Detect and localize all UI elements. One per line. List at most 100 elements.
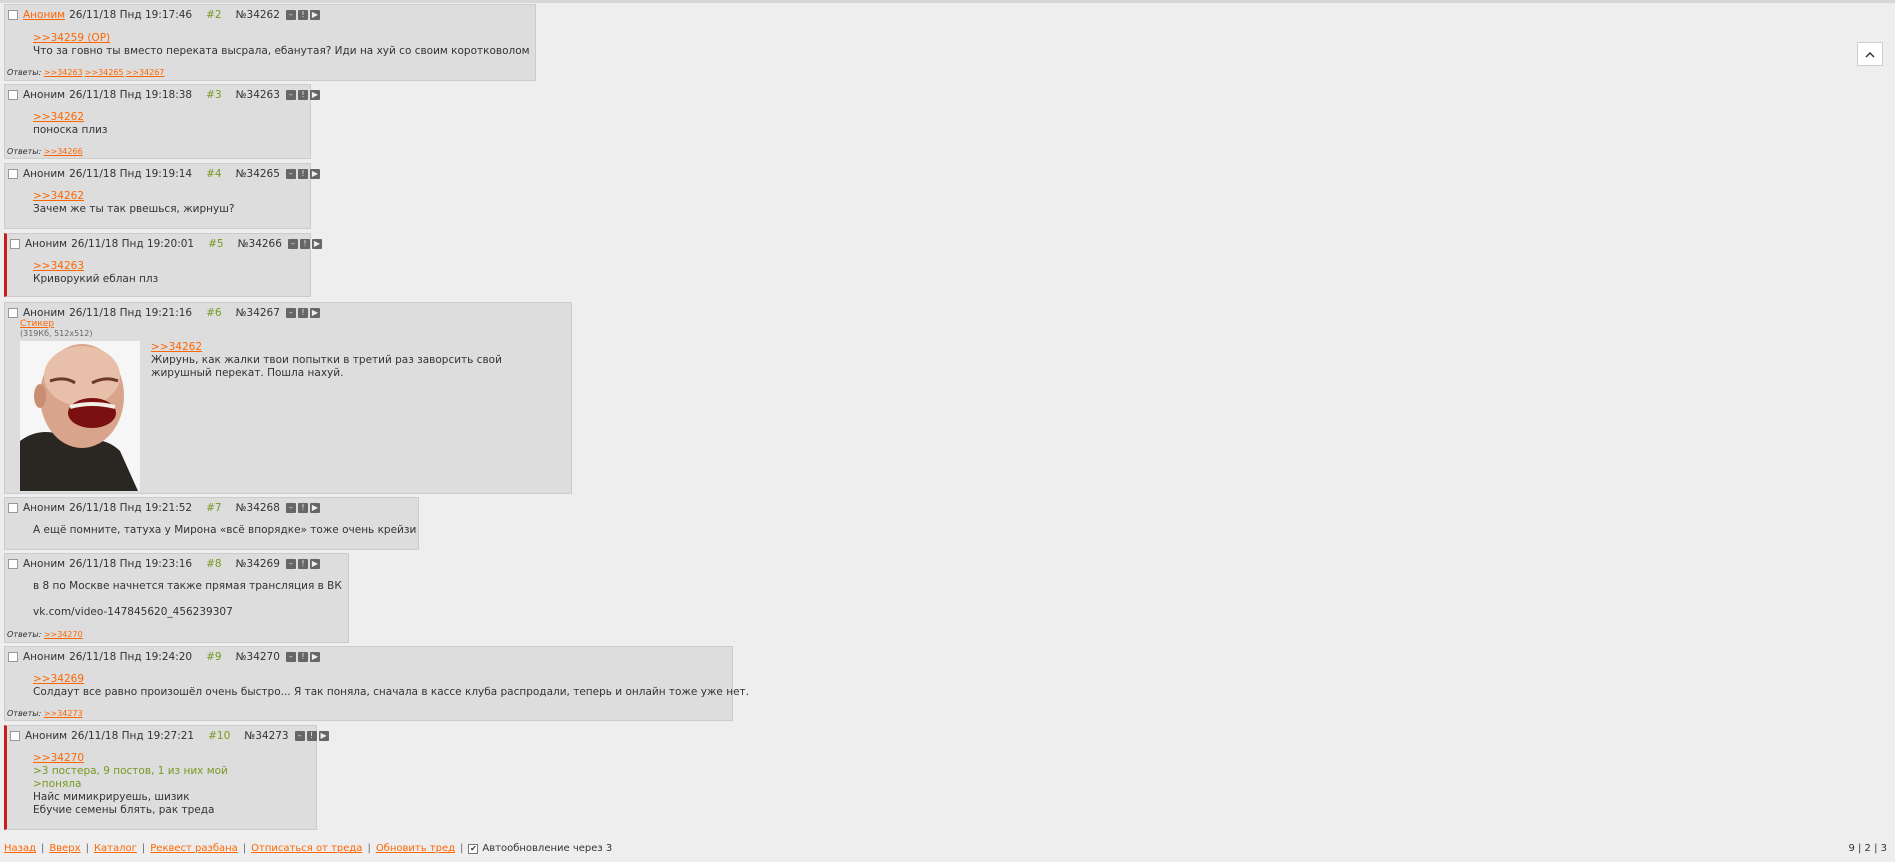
- exclamation-icon[interactable]: !: [297, 503, 308, 513]
- exclamation-icon[interactable]: !: [297, 169, 308, 179]
- select-checkbox[interactable]: [8, 308, 18, 318]
- refresh-thread-link[interactable]: Обновить тред: [376, 843, 455, 854]
- play-icon[interactable]: ▶: [309, 10, 320, 20]
- file-info: Стикер (319Кб, 512x512): [20, 319, 92, 338]
- greentext-quote: >3 постера, 9 постов, 1 из них мой: [33, 765, 228, 777]
- post-date: 26/11/18 Пнд 19:24:20: [69, 651, 193, 663]
- post-author[interactable]: Аноним: [23, 9, 65, 21]
- answer-link[interactable]: >>34270: [44, 630, 83, 639]
- post-id[interactable]: №34269: [236, 558, 280, 570]
- play-icon[interactable]: ▶: [309, 559, 320, 569]
- minus-icon[interactable]: –: [285, 503, 296, 513]
- scroll-top-button[interactable]: [1857, 42, 1883, 66]
- catalog-link[interactable]: Каталог: [94, 843, 137, 854]
- autoupdate-label: Автообновление через 3: [482, 843, 613, 854]
- post-text: Ебучие семены блять, рак треда: [33, 804, 215, 816]
- answer-link[interactable]: >>34263: [44, 68, 83, 77]
- play-icon[interactable]: ▶: [309, 90, 320, 100]
- post-body: А ещё помните, татуха у Мирона «всё впор…: [33, 524, 416, 537]
- exclamation-icon[interactable]: !: [297, 90, 308, 100]
- post-author: Аноним: [23, 307, 66, 319]
- select-checkbox[interactable]: [10, 239, 20, 249]
- post-id[interactable]: №34266: [238, 238, 282, 250]
- exclamation-icon[interactable]: !: [306, 731, 317, 741]
- select-checkbox[interactable]: [8, 652, 18, 662]
- exclamation-icon[interactable]: !: [297, 308, 308, 318]
- answers: Ответы: >>34270: [7, 630, 85, 639]
- exclamation-icon[interactable]: !: [297, 10, 308, 20]
- post-id[interactable]: №34273: [244, 730, 288, 742]
- post-author: Аноним: [25, 238, 68, 250]
- select-checkbox[interactable]: [8, 559, 18, 569]
- post-text: в 8 по Москве начнется также прямая тран…: [33, 580, 342, 592]
- post-id[interactable]: №34267: [236, 307, 280, 319]
- post-id[interactable]: №34270: [236, 651, 280, 663]
- play-icon[interactable]: ▶: [309, 503, 320, 513]
- select-checkbox[interactable]: [8, 169, 18, 179]
- post-id[interactable]: №34263: [236, 89, 280, 101]
- post-number[interactable]: #10: [208, 730, 230, 742]
- play-icon[interactable]: ▶: [309, 308, 320, 318]
- reply-link[interactable]: >>34259 (OP): [33, 32, 530, 45]
- back-link[interactable]: Назад: [4, 843, 36, 854]
- post-body: >>34262 поноска плиз: [33, 111, 107, 137]
- exclamation-icon[interactable]: !: [297, 559, 308, 569]
- minus-icon[interactable]: –: [285, 308, 296, 318]
- post-id[interactable]: №34265: [236, 168, 280, 180]
- post-number[interactable]: #9: [206, 651, 221, 663]
- reply-link[interactable]: >>34270: [33, 752, 228, 765]
- reply-link[interactable]: >>34262: [151, 341, 502, 354]
- play-icon[interactable]: ▶: [311, 239, 322, 249]
- pagination[interactable]: 9 | 2 | 3: [1848, 843, 1887, 854]
- minus-icon[interactable]: –: [294, 731, 305, 741]
- post-number[interactable]: #4: [206, 168, 221, 180]
- select-checkbox[interactable]: [10, 731, 20, 741]
- post-number[interactable]: #3: [206, 89, 221, 101]
- post-header: Аноним 26/11/18 Пнд 19:21:16 #6 №34267 –…: [8, 306, 320, 320]
- select-checkbox[interactable]: [8, 503, 18, 513]
- post-author: Аноним: [23, 502, 66, 514]
- minus-icon[interactable]: –: [285, 90, 296, 100]
- top-link[interactable]: Вверх: [49, 843, 80, 854]
- answers-label: Ответы:: [7, 68, 42, 77]
- answer-link[interactable]: >>34273: [44, 709, 83, 718]
- unban-request-link[interactable]: Реквест разбана: [150, 843, 238, 854]
- answers: Ответы: >>34266: [7, 147, 85, 156]
- post-number[interactable]: #7: [206, 502, 221, 514]
- thread-footer: Назад | Вверх | Каталог | Реквест разбана | …: [4, 843, 613, 854]
- post-number[interactable]: #5: [208, 238, 223, 250]
- autoupdate-checkbox[interactable]: ✔: [468, 843, 479, 854]
- reply-link[interactable]: >>34262: [33, 190, 234, 203]
- reply-link[interactable]: >>34269: [33, 673, 749, 686]
- minus-icon[interactable]: –: [285, 652, 296, 662]
- reply-link[interactable]: >>34263: [33, 260, 158, 273]
- sticker-image[interactable]: [20, 341, 140, 491]
- minus-icon[interactable]: –: [285, 10, 296, 20]
- play-icon[interactable]: ▶: [309, 169, 320, 179]
- top-border: [0, 0, 1895, 3]
- post-number[interactable]: #8: [206, 558, 221, 570]
- post-id[interactable]: №34268: [236, 502, 280, 514]
- minus-icon[interactable]: –: [287, 239, 298, 249]
- answer-link[interactable]: >>34267: [126, 68, 165, 77]
- reply-link[interactable]: >>34262: [33, 111, 107, 124]
- chevron-up-icon: [1865, 51, 1875, 58]
- post-id[interactable]: №34262: [236, 9, 280, 21]
- select-checkbox[interactable]: [8, 90, 18, 100]
- answer-link[interactable]: >>34265: [85, 68, 124, 77]
- answer-link[interactable]: >>34266: [44, 147, 83, 156]
- post-date: 26/11/18 Пнд 19:18:38: [69, 89, 193, 101]
- post-number[interactable]: #6: [206, 307, 221, 319]
- exclamation-icon[interactable]: !: [297, 652, 308, 662]
- play-icon[interactable]: ▶: [318, 731, 329, 741]
- post-author: Аноним: [23, 89, 66, 101]
- minus-icon[interactable]: –: [285, 559, 296, 569]
- select-checkbox[interactable]: [8, 10, 18, 20]
- file-name[interactable]: Стикер: [20, 319, 92, 329]
- play-icon[interactable]: ▶: [309, 652, 320, 662]
- unsubscribe-link[interactable]: Отписаться от треда: [251, 843, 362, 854]
- post-number[interactable]: #2: [206, 9, 221, 21]
- minus-icon[interactable]: –: [285, 169, 296, 179]
- post: Аноним 26/11/18 Пнд 19:19:14 #4 №34265 –…: [4, 163, 320, 229]
- exclamation-icon[interactable]: !: [299, 239, 310, 249]
